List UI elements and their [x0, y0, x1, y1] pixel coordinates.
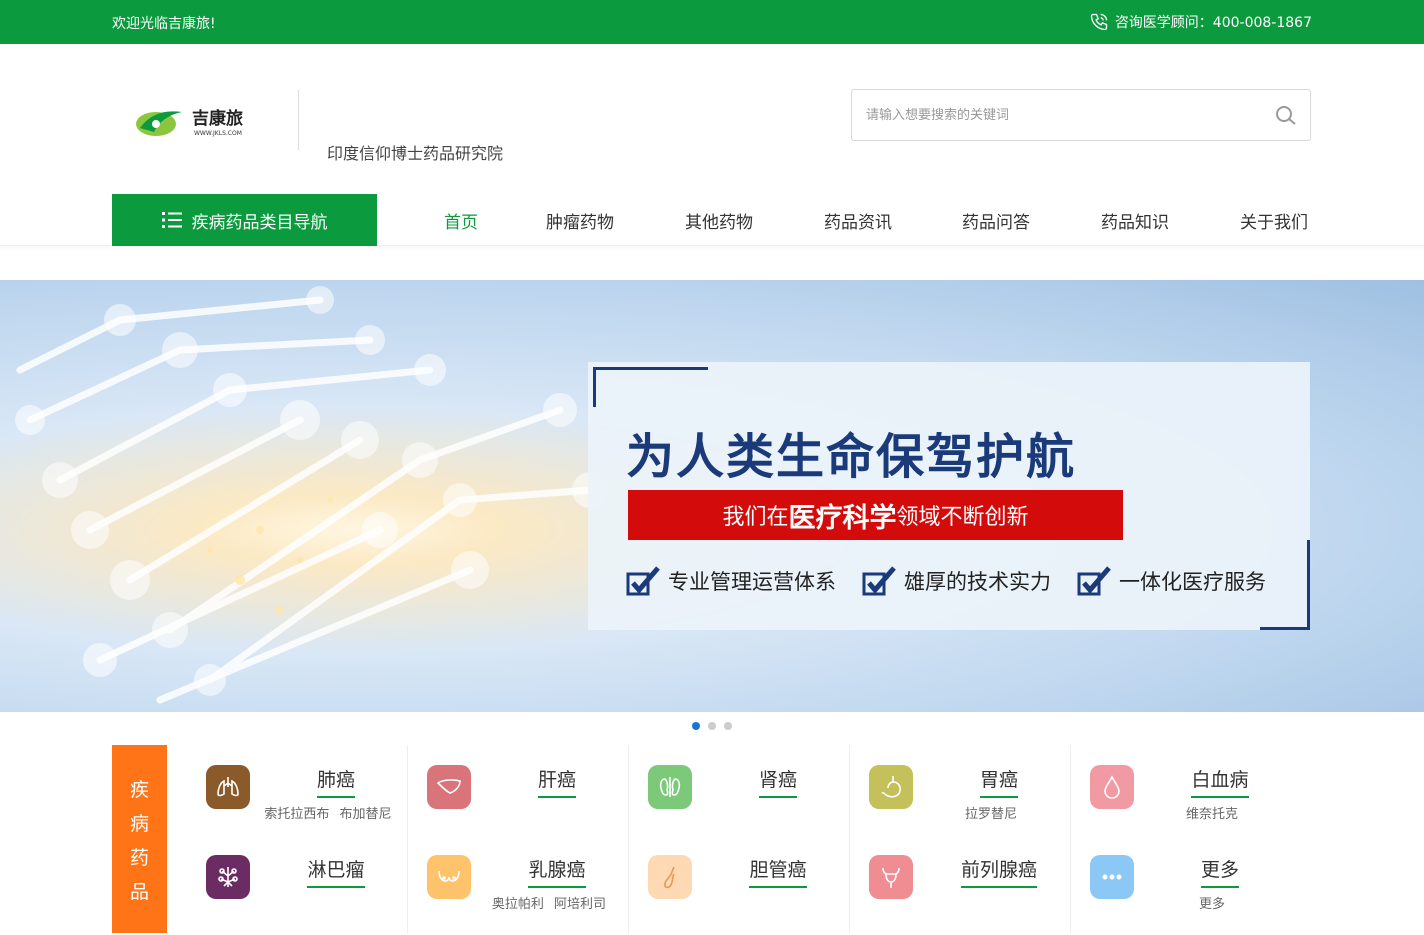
disease-name: 淋巴瘤 [266, 855, 406, 888]
gallbladder-icon [648, 855, 692, 899]
disease-item-prostate-cancer[interactable]: 前列腺癌 [869, 855, 1069, 935]
disease-drugs[interactable]: 更多 [1134, 893, 1290, 912]
disease-item-kidney-cancer[interactable]: 肾癌 [648, 765, 848, 845]
disease-name: 肾癌 [708, 765, 848, 798]
more-icon [1090, 855, 1134, 899]
nav-about-us[interactable]: 关于我们 [1240, 208, 1308, 233]
top-bar: 欢迎光临吉康旅! 咨询医学顾问：400-008-1867 [0, 0, 1424, 44]
banner-feature: 一体化医疗服务 [1077, 566, 1266, 596]
category-nav-button[interactable]: 疾病药品类目导航 [112, 194, 377, 246]
disease-drug-section: 疾 病 药 品 肺癌 索托拉西布 布加替尼 肝癌 肾癌 胃癌 拉罗替尼 白血病 … [112, 745, 1312, 933]
disease-name: 前列腺癌 [929, 855, 1069, 888]
welcome-text: 欢迎光临吉康旅! [112, 16, 216, 32]
nav-drug-knowledge[interactable]: 药品知识 [1101, 208, 1169, 233]
disease-item-breast-cancer[interactable]: 乳腺癌 奥拉帕利 阿培利司 [427, 855, 627, 935]
checkbox-icon [1077, 566, 1111, 596]
column-divider [407, 745, 408, 933]
checkbox-icon [626, 566, 660, 596]
section-label-char: 病 [129, 812, 149, 835]
section-label-char: 疾 [129, 778, 149, 801]
breast-icon [427, 855, 471, 899]
blood-drop-icon [1090, 765, 1134, 809]
disease-name: 更多 [1150, 855, 1290, 888]
slider-dot[interactable] [708, 722, 716, 730]
hotline[interactable]: 咨询医学顾问：400-008-1867 [1089, 12, 1312, 32]
hotline-text: 咨询医学顾问：400-008-1867 [1114, 15, 1312, 31]
search-input[interactable] [866, 104, 1256, 126]
search-icon[interactable] [1274, 104, 1298, 128]
banner-subheadline: 我们在 医疗科学 领域不断创新 [628, 490, 1123, 540]
prostate-icon [869, 855, 913, 899]
disease-name: 肝癌 [487, 765, 627, 798]
disease-name: 乳腺癌 [487, 855, 627, 888]
site-subtitle: 印度信仰博士药品研究院 [327, 144, 504, 163]
banner-feature-text: 专业管理运营体系 [668, 570, 836, 594]
checkbox-icon [862, 566, 896, 596]
disease-drugs[interactable]: 拉罗替尼 [913, 803, 1069, 822]
main-nav: 疾病药品类目导航 首页 肿瘤药物 其他药物 药品资讯 药品问答 药品知识 关于我… [0, 194, 1424, 246]
banner-sub-prefix: 我们在 [722, 505, 789, 530]
category-nav-label: 疾病药品类目导航 [191, 212, 328, 233]
liver-icon [427, 765, 471, 809]
section-label-char: 药 [129, 846, 149, 869]
lymph-icon [206, 855, 250, 899]
disease-name: 胆管癌 [708, 855, 848, 888]
stomach-icon [869, 765, 913, 809]
column-divider [628, 745, 629, 933]
banner-headline: 为人类生命保驾护航 [626, 429, 1077, 485]
disease-item-liver-cancer[interactable]: 肝癌 [427, 765, 627, 845]
disease-name: 胃癌 [929, 765, 1069, 798]
banner-feature: 专业管理运营体系 [626, 566, 836, 596]
banner-feature-text: 一体化医疗服务 [1119, 570, 1266, 594]
nav-other-drugs[interactable]: 其他药物 [685, 208, 753, 233]
section-label-char: 品 [129, 880, 149, 903]
nav-drug-qa[interactable]: 药品问答 [962, 208, 1030, 233]
banner-sub-highlight: 医疗科学 [788, 502, 897, 534]
disease-drugs[interactable]: 维奈托克 [1134, 803, 1290, 822]
disease-item-stomach-cancer[interactable]: 胃癌 拉罗替尼 [869, 765, 1069, 845]
slider-dots [692, 722, 732, 730]
banner-features: 专业管理运营体系 雄厚的技术实力 一体化医疗服务 [626, 566, 1266, 596]
logo-divider [298, 90, 299, 150]
dna-illustration [15, 286, 608, 704]
list-icon [161, 212, 182, 228]
banner-feature: 雄厚的技术实力 [862, 566, 1051, 596]
disease-drugs[interactable]: 索托拉西布 布加替尼 [250, 803, 406, 822]
banner-card: 为人类生命保驾护航 我们在 医疗科学 领域不断创新 专业管理运营体系 雄厚的技术实力… [588, 362, 1310, 630]
disease-name: 白血病 [1150, 765, 1290, 798]
nav-home[interactable]: 首页 [444, 208, 478, 233]
kidney-icon [648, 765, 692, 809]
slider-dot[interactable] [724, 722, 732, 730]
banner-corner-top-left [593, 367, 708, 407]
phone-icon [1090, 13, 1107, 31]
slider-dot[interactable] [692, 722, 700, 730]
disease-item-cholangiocarcinoma[interactable]: 胆管癌 [648, 855, 848, 935]
search-box [851, 89, 1311, 141]
disease-name: 肺癌 [266, 765, 406, 798]
column-divider [1070, 745, 1071, 933]
banner-corner-bottom-right [1260, 540, 1310, 630]
disease-item-lymphoma[interactable]: 淋巴瘤 [206, 855, 406, 935]
header: 吉康旅 WWW.JKLS.COM 印度信仰博士药品研究院 [0, 44, 1424, 194]
lungs-icon [206, 765, 250, 809]
column-divider [849, 745, 850, 933]
banner-feature-text: 雄厚的技术实力 [904, 570, 1051, 594]
site-logo[interactable]: 吉康旅 WWW.JKLS.COM [134, 102, 264, 142]
section-label: 疾 病 药 品 [112, 745, 167, 933]
banner-sub-suffix: 领域不断创新 [896, 505, 1029, 530]
disease-item-leukemia[interactable]: 白血病 维奈托克 [1090, 765, 1290, 845]
logo-wordmark: 吉康旅 [192, 108, 243, 129]
disease-item-more[interactable]: 更多 更多 [1090, 855, 1290, 935]
hero-banner[interactable]: 为人类生命保驾护航 我们在 医疗科学 领域不断创新 专业管理运营体系 雄厚的技术实力… [0, 280, 1424, 712]
disease-drugs[interactable]: 奥拉帕利 阿培利司 [471, 893, 627, 912]
logo-url: WWW.JKLS.COM [194, 130, 242, 137]
nav-tumor-drugs[interactable]: 肿瘤药物 [546, 208, 614, 233]
disease-item-lung-cancer[interactable]: 肺癌 索托拉西布 布加替尼 [206, 765, 406, 845]
nav-drug-news[interactable]: 药品资讯 [824, 208, 892, 233]
